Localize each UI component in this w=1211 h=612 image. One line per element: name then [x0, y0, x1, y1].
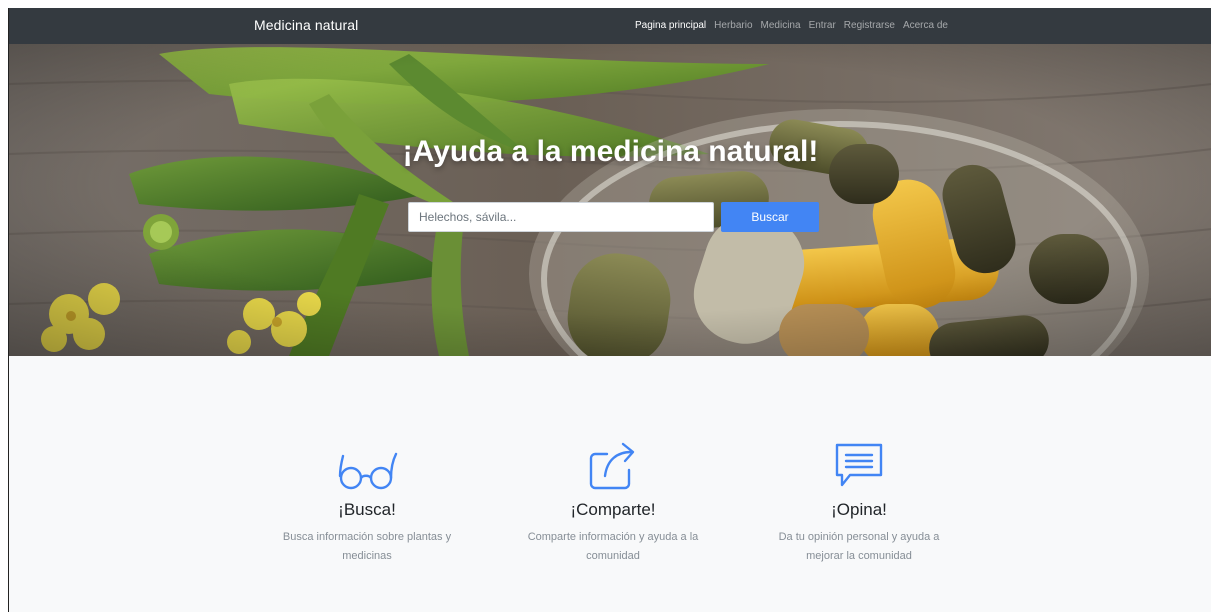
- nav-link-herbario[interactable]: Herbario: [714, 20, 752, 31]
- share-icon: [513, 440, 713, 490]
- hero-section: ¡Ayuda a la medicina natural! Buscar: [9, 44, 1211, 356]
- search-input[interactable]: [408, 202, 714, 232]
- feature-title: ¡Busca!: [338, 500, 396, 519]
- feature-busca: ¡Busca! Busca información sobre plantas …: [267, 440, 467, 566]
- chat-icon: [759, 440, 959, 490]
- page-frame: Medicina natural Pagina principal Herbar…: [8, 8, 1211, 612]
- feature-text: Da tu opinión personal y ayuda a mejorar…: [778, 531, 940, 562]
- nav-link-home[interactable]: Pagina principal: [635, 20, 706, 31]
- feature-comparte: ¡Comparte! Comparte información y ayuda …: [513, 440, 713, 566]
- nav-link-entrar[interactable]: Entrar: [809, 20, 836, 31]
- navbar: Medicina natural Pagina principal Herbar…: [9, 8, 1211, 44]
- nav-link-medicina[interactable]: Medicina: [761, 20, 801, 31]
- glasses-icon: [267, 440, 467, 490]
- nav-link-registrarse[interactable]: Registrarse: [844, 20, 895, 31]
- search-button[interactable]: Buscar: [721, 202, 819, 232]
- nav-menu: Pagina principal Herbario Medicina Entra…: [635, 20, 948, 31]
- hero-title: ¡Ayuda a la medicina natural!: [402, 135, 819, 168]
- feature-opina: ¡Opina! Da tu opinión personal y ayuda a…: [759, 440, 959, 566]
- feature-title: ¡Opina!: [831, 500, 887, 519]
- hero-background-image: [9, 44, 1211, 356]
- nav-link-acerca[interactable]: Acerca de: [903, 20, 948, 31]
- feature-text: Comparte información y ayuda a la comuni…: [527, 531, 699, 562]
- feature-title: ¡Comparte!: [570, 500, 656, 519]
- brand-link[interactable]: Medicina natural: [254, 17, 358, 33]
- feature-text: Busca información sobre plantas y medici…: [282, 531, 452, 562]
